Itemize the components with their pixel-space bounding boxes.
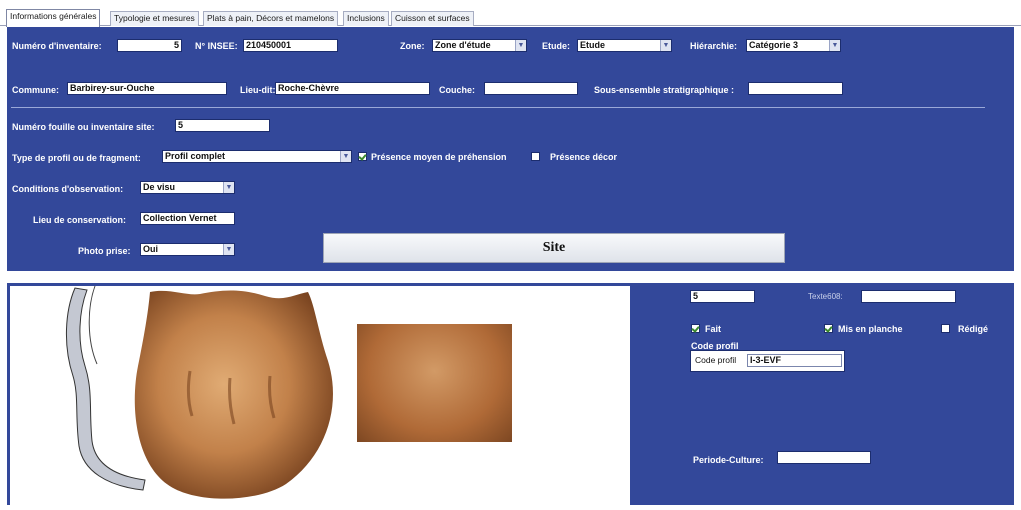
profil-label: Type de profil ou de fragment:	[12, 153, 141, 163]
etude-value: Etude	[580, 40, 606, 50]
code-profil-inner-label: Code profil	[695, 355, 737, 365]
decor-label: Présence décor	[550, 152, 618, 162]
zone-select[interactable]: Zone d'étude ▼	[432, 39, 527, 52]
periode-label: Periode-Culture:	[693, 455, 764, 465]
sous-ensemble-field[interactable]	[748, 82, 843, 95]
chevron-down-icon[interactable]: ▼	[660, 40, 671, 51]
etude-label: Etude:	[542, 41, 570, 51]
observation-value: De visu	[143, 182, 176, 192]
chevron-down-icon[interactable]: ▼	[829, 40, 840, 51]
conservation-field[interactable]: Collection Vernet	[140, 212, 235, 225]
photo-value: Oui	[143, 244, 158, 254]
photo-label: Photo prise:	[78, 246, 131, 256]
observation-label: Conditions d'observation:	[12, 184, 124, 194]
code-profil-field[interactable]: I-3-EVF	[747, 354, 842, 367]
couche-label: Couche:	[439, 85, 475, 95]
redige-label: Rédigé	[958, 324, 989, 334]
photo-panel	[10, 286, 630, 505]
hierarchie-select[interactable]: Catégorie 3 ▼	[746, 39, 841, 52]
periode-field[interactable]	[777, 451, 871, 464]
fouille-field[interactable]: 5	[175, 119, 270, 132]
vessel-photo	[134, 290, 333, 499]
lieudit-field[interactable]: Roche-Chèvre	[275, 82, 430, 95]
profil-value: Profil complet	[165, 151, 226, 161]
hierarchie-value: Catégorie 3	[749, 40, 799, 50]
commune-label: Commune:	[12, 85, 59, 95]
redige-checkbox[interactable]	[941, 324, 950, 333]
tab-plats-decors-mamelons[interactable]: Plats à pain, Décors et mamelons	[203, 11, 339, 26]
profil-select[interactable]: Profil complet ▼	[162, 150, 352, 163]
prehension-label: Présence moyen de préhension	[371, 152, 507, 162]
sous-ensemble-label: Sous-ensemble stratigraphique :	[594, 85, 735, 95]
separator-band	[0, 271, 1021, 283]
record-number-field[interactable]: 5	[690, 290, 755, 303]
fait-checkbox[interactable]	[691, 324, 700, 333]
fait-label: Fait	[705, 324, 722, 334]
insee-label: N° INSEE:	[195, 41, 238, 51]
fouille-label: Numéro fouille ou inventaire site:	[12, 122, 155, 132]
tab-cuisson-surfaces[interactable]: Cuisson et surfaces	[391, 11, 474, 26]
tab-inclusions[interactable]: Inclusions	[343, 11, 389, 26]
inventaire-label: Numéro d'inventaire:	[12, 41, 102, 51]
insee-field[interactable]: 210450001	[243, 39, 338, 52]
conservation-label: Lieu de conservation:	[33, 215, 127, 225]
tab-informations-generales[interactable]: Informations générales	[6, 9, 101, 27]
zone-value: Zone d'étude	[435, 40, 491, 50]
general-info-form: Numéro d'inventaire: 5 N° INSEE: 2104500…	[7, 27, 1014, 271]
chevron-down-icon[interactable]: ▼	[515, 40, 526, 51]
prehension-checkbox[interactable]	[358, 152, 367, 161]
lieudit-label: Lieu-dit:	[240, 85, 276, 95]
tab-strip: Informations générales Typologie et mesu…	[0, 0, 1021, 27]
site-button[interactable]: Site	[323, 233, 785, 263]
section-divider	[11, 107, 985, 108]
commune-field[interactable]: Barbirey-sur-Ouche	[67, 82, 227, 95]
planche-label: Mis en planche	[838, 324, 903, 334]
code-profil-box: Code profil I-3-EVF	[690, 350, 845, 372]
record-detail-panel: 5 Texte608: Fait Mis en planche Rédigé C…	[7, 283, 1014, 505]
detail-photo	[357, 324, 512, 442]
planche-checkbox[interactable]	[824, 324, 833, 333]
tab-typologie-mesures[interactable]: Typologie et mesures	[110, 11, 199, 26]
zone-label: Zone:	[400, 41, 425, 51]
couche-field[interactable]	[484, 82, 578, 95]
hierarchie-label: Hiérarchie:	[690, 41, 738, 51]
chevron-down-icon[interactable]: ▼	[223, 182, 234, 193]
chevron-down-icon[interactable]: ▼	[340, 151, 351, 162]
observation-select[interactable]: De visu ▼	[140, 181, 235, 194]
texte-field[interactable]	[861, 290, 956, 303]
photo-select[interactable]: Oui ▼	[140, 243, 235, 256]
chevron-down-icon[interactable]: ▼	[223, 244, 234, 255]
decor-checkbox[interactable]	[531, 152, 540, 161]
texte-label: Texte608:	[808, 292, 843, 301]
etude-select[interactable]: Etude ▼	[577, 39, 672, 52]
inventaire-field[interactable]: 5	[117, 39, 182, 52]
